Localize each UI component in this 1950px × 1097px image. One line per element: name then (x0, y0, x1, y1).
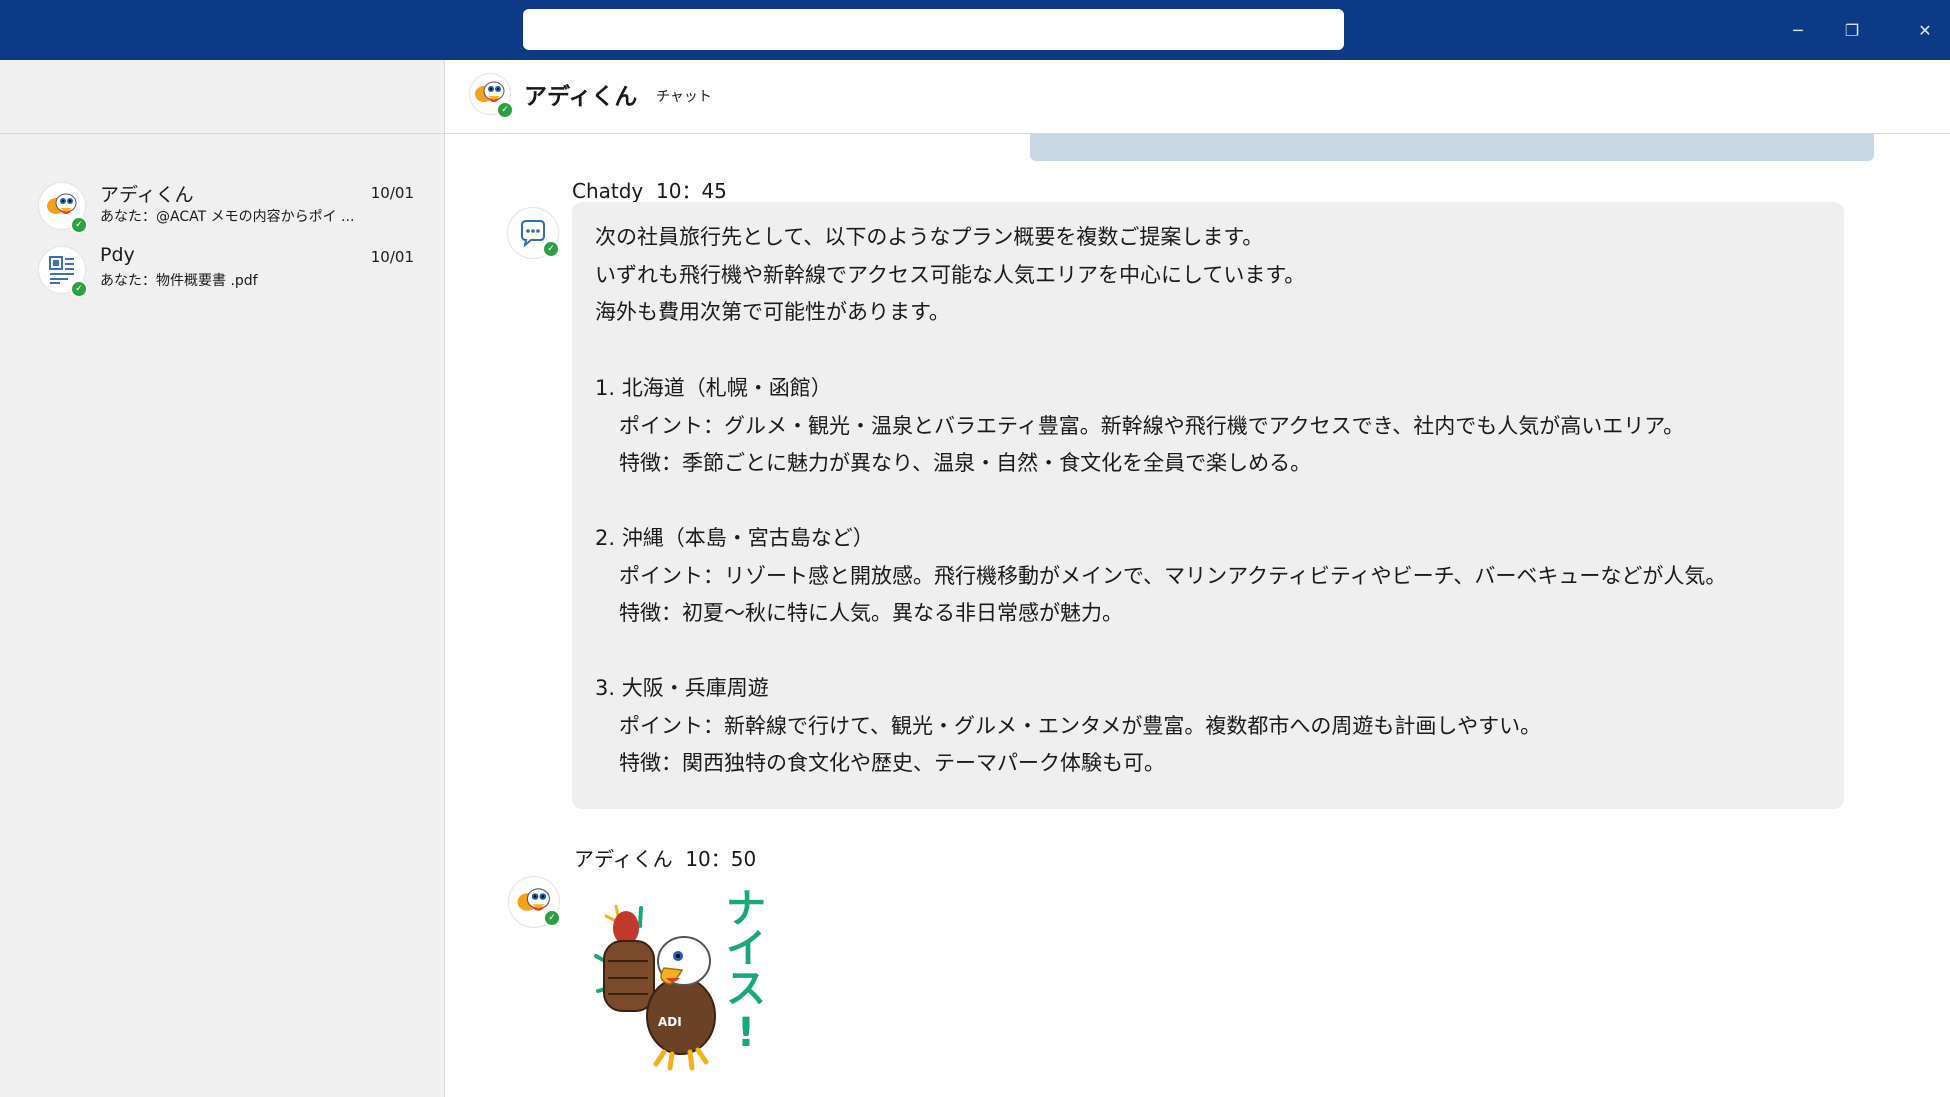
message-line: 特徴：関西独特の食文化や歴史、テーマパーク体験も可。 (619, 751, 1165, 775)
conversation-sidebar: ✓ アディくん 10/01 あなた：@ACAT メモの内容からポイ ... ✓ … (0, 60, 445, 1097)
sidebar-header (0, 60, 444, 134)
conversation-item-pdy[interactable]: ✓ Pdy 10/01 あなた：物件概要書 .pdf (0, 240, 444, 300)
conversation-item-adi[interactable]: ✓ アディくん 10/01 あなた：@ACAT メモの内容からポイ ... (0, 176, 444, 236)
message-line: ポイント：リゾート感と開放感。飛行機移動がメインで、マリンアクティビティやビーチ… (619, 564, 1727, 588)
message-sender: Chatdy (572, 179, 644, 203)
tab-chat[interactable]: チャット (656, 86, 712, 106)
eagle-thumbs-up-icon: ADI ナ イ ス ! (594, 886, 766, 1071)
message-line: 特徴：季節ごとに魅力が異なり、温泉・自然・食文化を全員で楽しめる。 (619, 451, 1312, 475)
search-input[interactable] (523, 9, 1344, 50)
own-message-bubble (1030, 134, 1874, 161)
close-icon: ✕ (1918, 20, 1932, 40)
message-time: 10：45 (656, 179, 727, 203)
close-button[interactable]: ✕ (1905, 10, 1945, 50)
sticker-text-3: ス (726, 966, 766, 1012)
minimize-button[interactable]: ─ (1778, 10, 1818, 50)
conversation-name: アディくん (100, 184, 194, 206)
minimize-icon: ─ (1793, 20, 1803, 40)
title-bar: ─ ❐ ✕ (0, 0, 1950, 61)
message-line: いずれも飛行機や新幹線でアクセス可能な人気エリアを中心にしています。 (595, 263, 1306, 287)
presence-check-icon: ✓ (543, 909, 561, 927)
message-time: 10：50 (685, 847, 757, 871)
message-sender: アディくん (574, 847, 673, 871)
chat-title: アディくん (524, 84, 638, 110)
restore-icon: ❐ (1844, 20, 1860, 40)
presence-check-icon: ✓ (70, 280, 88, 298)
message-line: 次の社員旅行先として、以下のようなプラン概要を複数ご提案します。 (595, 225, 1264, 249)
nice-sticker: ADI ナ イ ス ! (586, 886, 776, 1076)
message-header: Chatdy 10：45 (572, 175, 727, 204)
message-line: 3. 大阪・兵庫周遊 (595, 676, 769, 700)
message-header: アディくん 10：50 (574, 843, 756, 872)
message-line: 2. 沖縄（本島・宮古島など） (595, 526, 874, 550)
restore-button[interactable]: ❐ (1832, 10, 1872, 50)
chat-header: ✓ アディくん チャット (445, 60, 1950, 134)
presence-check-icon: ✓ (542, 240, 560, 258)
message-line: ポイント：新幹線で行けて、観光・グルメ・エンタメが豊富。複数都市への周遊も計画し… (619, 714, 1542, 738)
conversation-name: Pdy (100, 244, 135, 266)
conversation-date: 10/01 (370, 248, 414, 266)
sticker-text-4: ! (737, 1010, 755, 1056)
conversation-preview: あなた：@ACAT メモの内容からポイ ... (100, 209, 355, 225)
message-line: ポイント：グルメ・観光・温泉とバラエティ豊富。新幹線や飛行機でアクセスでき、社内… (619, 414, 1685, 438)
presence-check-icon: ✓ (496, 101, 514, 119)
message-line: 特徴：初夏～秋に特に人気。異なる非日常感が魅力。 (619, 601, 1123, 625)
sticker-badge: ADI (658, 1015, 682, 1029)
conversation-preview: あなた：物件概要書 .pdf (100, 273, 258, 289)
presence-check-icon: ✓ (70, 216, 88, 234)
conversation-date: 10/01 (370, 184, 414, 202)
message-line: 海外も費用次第で可能性があります。 (595, 300, 950, 324)
message-line: 1. 北海道（札幌・函館） (595, 376, 832, 400)
